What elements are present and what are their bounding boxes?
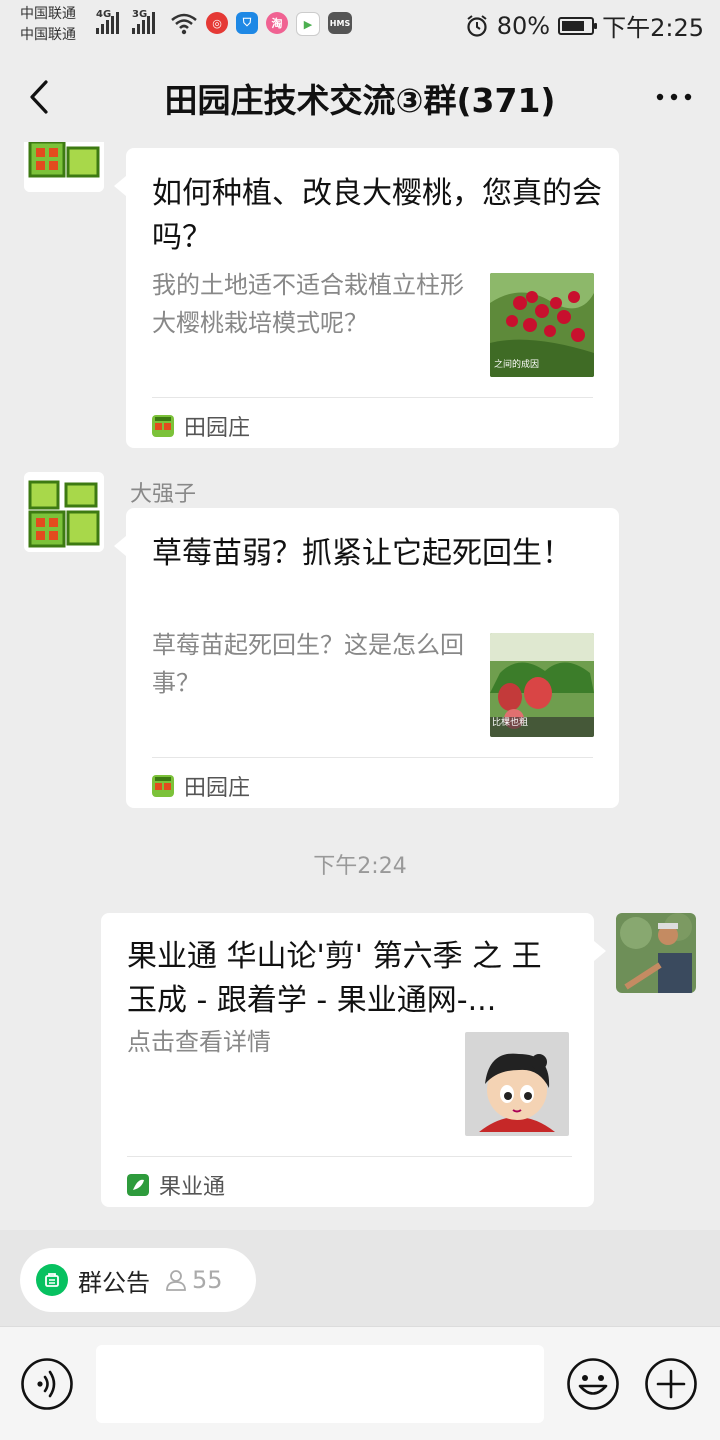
battery-fill bbox=[562, 20, 585, 31]
sender-avatar[interactable] bbox=[24, 142, 104, 192]
article-thumbnail: 之间的成因 bbox=[490, 273, 594, 377]
link-desc: 点击查看详情 bbox=[127, 1028, 271, 1056]
source-name: 田园庄 bbox=[184, 776, 251, 801]
taobao-icon: 淘 bbox=[266, 12, 288, 34]
person-icon bbox=[166, 1270, 186, 1291]
sender-name: 大强子 bbox=[130, 482, 197, 507]
clock: 下午2:25 bbox=[602, 14, 704, 42]
bubble-tail bbox=[594, 941, 606, 961]
app-notification-icon: ◎ bbox=[206, 12, 228, 34]
link-title: 果业通 华山论'剪' 第六季 之 王玉成 - 跟着学 - 果业通网-... bbox=[127, 939, 542, 1018]
chat-title: 田园庄技术交流③群(371) bbox=[164, 81, 556, 120]
more-icon[interactable] bbox=[652, 78, 696, 116]
article-desc: 我的土地适不适合栽植立柱形大樱桃栽培模式呢？ bbox=[152, 271, 464, 337]
network-type-2: 3G bbox=[132, 9, 148, 20]
article-source: 田园庄 bbox=[152, 410, 250, 442]
battery-percent: 80% bbox=[496, 11, 551, 40]
bubble-tail bbox=[114, 176, 126, 196]
network-type-1: 4G bbox=[96, 9, 112, 20]
link-source: 果业通 bbox=[127, 1169, 225, 1201]
announcement-area: 群公告 55 bbox=[0, 1230, 720, 1326]
tianyuanzhuang-logo-icon bbox=[152, 775, 174, 797]
thumb-caption: 之间的成因 bbox=[494, 358, 539, 370]
my-avatar[interactable] bbox=[616, 913, 696, 993]
announcement-button[interactable]: 群公告 55 bbox=[20, 1248, 256, 1312]
guoyetong-logo-icon bbox=[127, 1174, 149, 1196]
article-card-2[interactable]: 草莓苗弱？抓紧让它起死回生！ 草莓苗起死回生？这是怎么回事？ 比棵也粗 田园庄 bbox=[114, 508, 619, 808]
notification-icons: ◎ ⛉ 淘 ▶ HMS bbox=[170, 12, 352, 36]
input-bar bbox=[0, 1326, 720, 1440]
emoji-icon[interactable] bbox=[566, 1357, 620, 1411]
link-thumbnail bbox=[465, 1032, 569, 1136]
sender-avatar[interactable] bbox=[24, 472, 104, 552]
carrier-labels: 中国联通 中国联通 bbox=[20, 4, 76, 46]
carrier-1: 中国联通 bbox=[20, 6, 76, 22]
voice-icon[interactable] bbox=[20, 1357, 74, 1411]
shared-link-card[interactable]: 果业通 华山论'剪' 第六季 之 王玉成 - 跟着学 - 果业通网-... 点击… bbox=[101, 913, 606, 1207]
plus-icon[interactable] bbox=[644, 1357, 698, 1411]
card-divider bbox=[152, 757, 593, 758]
card-divider bbox=[127, 1156, 572, 1157]
chat-area[interactable]: 如何种植、改良大樱桃，您真的会吗？ 我的土地适不适合栽植立柱形大樱桃栽培模式呢？… bbox=[0, 142, 720, 1230]
article-source: 田园庄 bbox=[152, 770, 250, 802]
green-garden-logo bbox=[24, 142, 104, 192]
source-name: 田园庄 bbox=[184, 416, 251, 441]
announcement-label: 群公告 bbox=[78, 1268, 150, 1297]
battery-icon bbox=[558, 16, 598, 35]
card-divider bbox=[152, 397, 593, 398]
title-bar: 田园庄技术交流③群(371) bbox=[0, 50, 720, 142]
carrier-2: 中国联通 bbox=[20, 27, 76, 43]
article-thumbnail: 比棵也粗 bbox=[490, 633, 594, 737]
article-title: 草莓苗弱？抓紧让它起死回生！ bbox=[152, 536, 572, 571]
green-garden-logo bbox=[24, 472, 104, 552]
bubble-tail bbox=[114, 536, 126, 556]
user-photo bbox=[616, 913, 696, 993]
alarm-icon bbox=[467, 14, 487, 37]
signal-1-icon: 4G bbox=[96, 9, 119, 34]
wifi-icon bbox=[171, 13, 197, 35]
article-card-1[interactable]: 如何种植、改良大樱桃，您真的会吗？ 我的土地适不适合栽植立柱形大樱桃栽培模式呢？… bbox=[114, 148, 619, 448]
tianyuanzhuang-logo-icon bbox=[152, 415, 174, 437]
article-desc: 草莓苗起死回生？这是怎么回事？ bbox=[152, 631, 464, 697]
shield-icon: ⛉ bbox=[236, 12, 258, 34]
announcement-icon bbox=[36, 1264, 68, 1296]
video-app-icon: ▶ bbox=[296, 12, 320, 36]
signal-2-icon: 3G bbox=[132, 9, 155, 34]
source-name: 果业通 bbox=[159, 1175, 226, 1200]
message-timestamp: 下午2:24 bbox=[313, 854, 407, 879]
article-title: 如何种植、改良大樱桃，您真的会吗？ bbox=[152, 176, 602, 255]
hms-icon: HMS bbox=[328, 12, 352, 34]
message-input[interactable] bbox=[96, 1345, 544, 1423]
status-right: 80% 下午2:25 bbox=[465, 8, 704, 43]
announcement-read-count: 55 bbox=[192, 1266, 223, 1294]
status-bar: 中国联通 中国联通 4G 3G ◎ ⛉ 淘 ▶ HMS 80% 下午2:25 bbox=[0, 0, 720, 50]
thumb-caption: 比棵也粗 bbox=[492, 716, 528, 728]
